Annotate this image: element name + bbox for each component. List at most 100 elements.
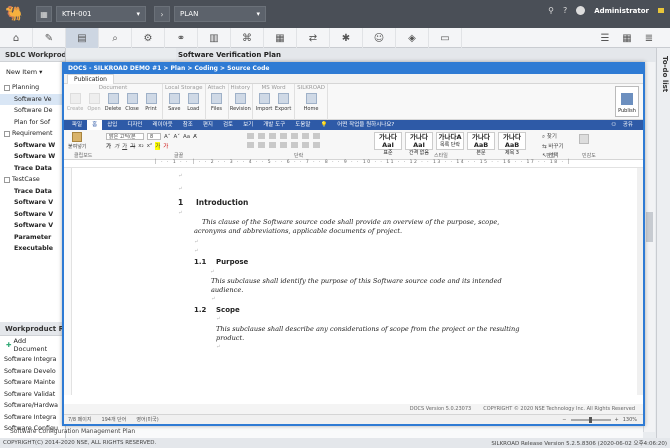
highlight-icon[interactable]: 가 (155, 142, 161, 150)
save-button[interactable]: Save (165, 93, 183, 112)
word-tab[interactable]: 레이아웃 (148, 120, 178, 130)
bullets-icon[interactable] (247, 133, 254, 139)
horizontal-ruler[interactable]: │ · · 1 · · │ · · 2 · · 3 · · 4 · · 5 · … (64, 160, 643, 168)
revision-button[interactable]: Revision (230, 93, 251, 112)
justify-icon[interactable] (280, 142, 287, 148)
chevron-right-icon[interactable]: › (154, 6, 170, 22)
align-left-icon[interactable] (247, 142, 254, 148)
sensitivity-button[interactable] (579, 134, 589, 144)
tree-item[interactable]: Software W (0, 140, 65, 152)
search-tool-icon[interactable]: ⌕ (99, 28, 132, 48)
word-tab[interactable]: 검토 (218, 120, 238, 130)
table-icon[interactable]: ▦ (616, 28, 638, 48)
word-tab[interactable]: 도움말 (290, 120, 315, 130)
document-tool-icon[interactable]: ▤ (66, 28, 99, 48)
word-tab[interactable]: 파일 (67, 120, 87, 130)
word-tab[interactable]: 참조 (178, 120, 198, 130)
database-icon[interactable]: ☰ (594, 28, 616, 48)
tree-item[interactable]: Trace Data (0, 186, 65, 198)
style-option[interactable]: 가나다AaB 본문 (467, 132, 495, 156)
replace-button[interactable]: ⇆ 바꾸기 (542, 142, 564, 150)
change-case-icon[interactable]: Aa (183, 134, 190, 140)
files-button[interactable]: Files (208, 93, 226, 112)
report-item[interactable]: Software/Hardwa (0, 322, 120, 412)
zoom-in-icon[interactable]: + (615, 417, 619, 423)
cube-tool-icon[interactable]: ◈ (396, 28, 429, 48)
superscript-icon[interactable]: x² (147, 143, 152, 149)
find-button[interactable]: ⌕ 찾기 (542, 132, 557, 141)
tree-folder[interactable]: TestCase (0, 174, 65, 186)
new-item-button[interactable]: New Item ▾ (0, 65, 65, 79)
add-document-button[interactable]: ✚ Add Document ▾ (0, 337, 66, 353)
user-name[interactable]: Administrator (594, 7, 649, 15)
import-button[interactable]: Import (255, 93, 273, 112)
grow-font-icon[interactable]: A˄ (164, 134, 171, 140)
edit-tool-icon[interactable]: ✎ (33, 28, 66, 48)
calendar-tool-icon[interactable]: ▦ (264, 28, 297, 48)
style-option[interactable]: 가나다AaI 간격 없음 (405, 132, 433, 156)
gear-tool-icon[interactable]: ⚙ (132, 28, 165, 48)
borders-icon[interactable] (313, 142, 320, 148)
paste-button[interactable]: 붙여넣기 (68, 132, 86, 150)
monitor-tool-icon[interactable]: ▭ (429, 28, 462, 48)
stack-icon[interactable]: ≣ (638, 28, 660, 48)
tree-folder[interactable]: Planning (0, 82, 65, 94)
font-size-select[interactable]: 8 (147, 133, 161, 140)
print-button[interactable]: Print (142, 93, 160, 112)
tree-item[interactable]: Executable (0, 243, 65, 255)
line-spacing-icon[interactable] (291, 142, 298, 148)
share-button[interactable]: ⚇ 공유 (606, 120, 643, 130)
style-option[interactable]: 가나다AaB 제목 3 (498, 132, 526, 156)
word-tab[interactable]: 보기 (238, 120, 258, 130)
tab-publication[interactable]: Publication (67, 74, 114, 84)
underline-icon[interactable]: 가 (122, 142, 127, 150)
grid-menu-icon[interactable]: ▦ (36, 6, 52, 22)
zoom-slider[interactable] (570, 416, 611, 423)
shading-icon[interactable] (302, 142, 309, 148)
word-tab[interactable]: 디자인 (122, 120, 147, 130)
zoom-slider-thumb[interactable] (588, 416, 592, 423)
font-color-icon[interactable]: 가 (163, 142, 168, 150)
vertical-ruler[interactable] (64, 168, 72, 395)
tree-item[interactable]: Plan for Sof (0, 117, 65, 129)
tree-item[interactable]: Software W (0, 151, 65, 163)
word-tab[interactable]: 홈 (87, 120, 103, 130)
word-tab[interactable]: 개발 도구 (258, 120, 290, 130)
document-scrollbar[interactable] (637, 168, 643, 395)
increase-indent-icon[interactable] (291, 133, 298, 139)
decrease-indent-icon[interactable] (280, 133, 287, 139)
report-item[interactable]: Software Validat (0, 322, 120, 401)
users-tool-icon[interactable]: ☺ (363, 28, 396, 48)
style-option[interactable]: 가나다AaI 표준 (374, 132, 402, 156)
font-name-select[interactable]: 맑은 고딕(본 (106, 133, 144, 140)
open-button[interactable]: Open (85, 93, 103, 112)
silkroad-logo-icon[interactable]: 🐫 (0, 0, 28, 28)
footer-config-item[interactable]: Software Configuration Management Plan (10, 428, 135, 435)
bold-icon[interactable]: 가 (106, 142, 111, 150)
trace-tool-icon[interactable]: ⇄ (297, 28, 330, 48)
tree-item[interactable]: Software V (0, 197, 65, 209)
tree-item[interactable]: Software V (0, 220, 65, 232)
chart-tool-icon[interactable]: ▥ (198, 28, 231, 48)
subscript-icon[interactable]: x₂ (138, 143, 143, 149)
phase-select[interactable]: PLAN ▾ (174, 6, 266, 22)
tree-item[interactable]: Software V (0, 209, 65, 221)
zoom-out-icon[interactable]: − (562, 417, 566, 423)
home-tool-icon[interactable]: ⌂ (0, 28, 33, 48)
filter-icon[interactable]: ⚲ (548, 6, 554, 15)
strike-icon[interactable]: 가 (130, 142, 135, 150)
report-item[interactable]: Software Integra (0, 322, 120, 424)
language[interactable]: 영어(미국) (136, 416, 158, 423)
home-button[interactable]: Home (302, 93, 320, 112)
delete-button[interactable]: Delete (104, 93, 122, 112)
review-tool-icon[interactable]: ⌘ (231, 28, 264, 48)
tree-item[interactable]: Software Ve (0, 93, 65, 105)
word-tab[interactable]: 삽입 (102, 120, 122, 130)
publish-button[interactable]: Publish (615, 86, 639, 117)
export-button[interactable]: Export (274, 93, 292, 112)
user-avatar[interactable] (576, 6, 586, 15)
tree-item[interactable]: Trace Data (0, 163, 65, 175)
show-marks-icon[interactable] (313, 133, 320, 139)
load-button[interactable]: Load (184, 93, 202, 112)
style-option[interactable]: 가나다A 목록 단락 (436, 132, 464, 150)
